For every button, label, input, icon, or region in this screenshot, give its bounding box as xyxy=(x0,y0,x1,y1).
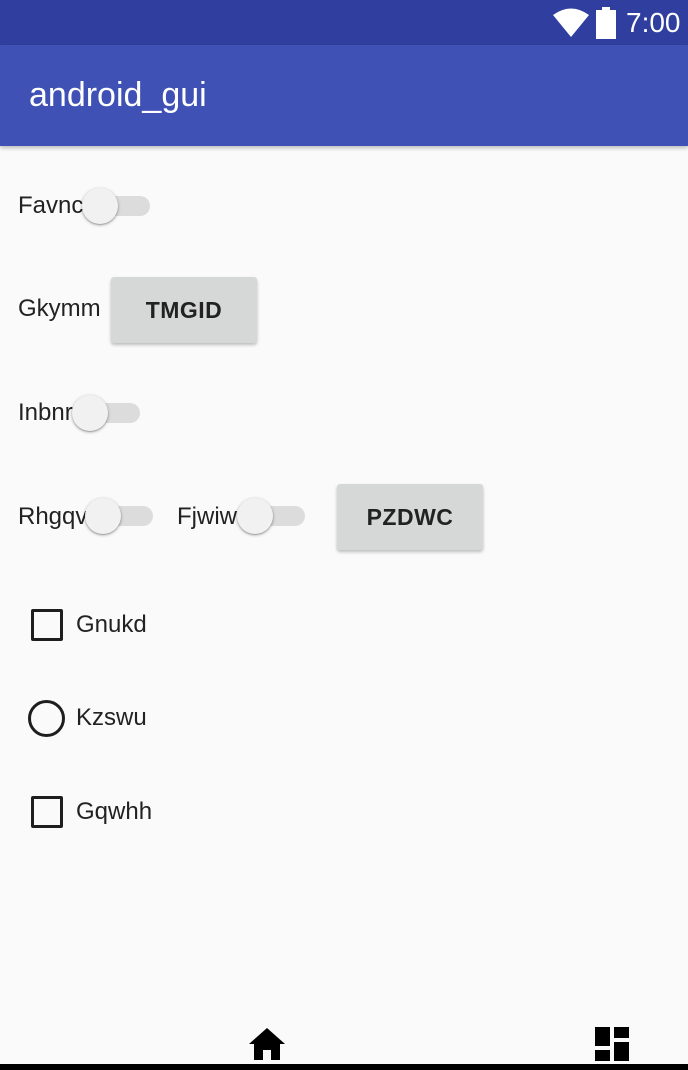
gkymm-label: Gkymm xyxy=(18,295,101,322)
dashboard-icon[interactable] xyxy=(595,1027,629,1061)
switch-thumb xyxy=(82,188,118,224)
status-time: 7:00 xyxy=(626,7,681,38)
switch-thumb xyxy=(72,395,108,431)
gqwhh-checkbox[interactable] xyxy=(31,796,63,828)
gnukd-checkbox[interactable] xyxy=(31,609,63,641)
switch-thumb xyxy=(237,498,273,534)
home-icon[interactable] xyxy=(249,1028,285,1060)
app-title: android_gui xyxy=(29,76,207,114)
gqwhh-label: Gqwhh xyxy=(76,798,153,825)
rhgqv-label: Rhgqv xyxy=(18,503,88,530)
switch-thumb xyxy=(85,498,121,534)
favnc-label: Favnc xyxy=(18,192,84,219)
favnc-switch[interactable] xyxy=(82,186,150,226)
wifi-icon xyxy=(553,8,589,37)
pzdwc-button[interactable]: PZDWC xyxy=(337,484,483,550)
app-bar: android_gui xyxy=(0,45,688,146)
status-bar: 7:00 xyxy=(0,0,688,45)
inbnr-switch[interactable] xyxy=(72,393,140,433)
kzswu-radio[interactable] xyxy=(28,700,65,737)
rhgqv-switch[interactable] xyxy=(85,496,153,536)
tmgid-button[interactable]: TMGID xyxy=(111,277,257,343)
gnukd-label: Gnukd xyxy=(76,611,147,638)
kzswu-label: Kzswu xyxy=(76,704,147,731)
inbnr-label: Inbnr xyxy=(18,399,73,426)
fjwiw-switch[interactable] xyxy=(237,496,305,536)
battery-icon xyxy=(596,7,616,39)
navigation-bar-edge xyxy=(0,1064,688,1070)
fjwiw-label: Fjwiw xyxy=(177,503,237,530)
